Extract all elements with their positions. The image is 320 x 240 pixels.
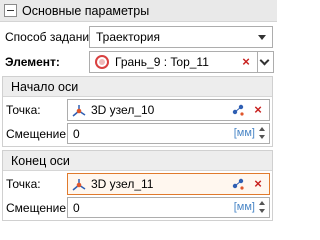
element-value: Грань_9 : Top_11 [115, 55, 209, 69]
clear-icon[interactable]: × [237, 53, 255, 71]
axis-end-offset-input[interactable]: 0 [мм] [67, 197, 270, 218]
method-label: Способ задания: [5, 30, 99, 44]
axis-start-offset-input[interactable]: 0 [мм] [67, 123, 270, 144]
clear-icon[interactable]: × [249, 101, 267, 119]
axis-end-offset-value: 0 [73, 201, 80, 215]
3d-node-icon [72, 105, 86, 117]
element-expand-button[interactable] [258, 51, 274, 73]
dropdown-arrow-icon[interactable] [258, 35, 266, 40]
axis-end-point-value: 3D узел_11 [91, 177, 154, 191]
collapse-minus-icon[interactable] [4, 4, 17, 17]
axis-end-title-text: Конец оси [11, 154, 70, 168]
panel-header[interactable]: Основные параметры [0, 0, 277, 22]
panel-title: Основные параметры [22, 4, 150, 18]
stepper-up-icon[interactable] [259, 127, 265, 131]
axis-end-point-label: Точка: [6, 177, 41, 191]
3d-node-icon [72, 179, 86, 191]
unit-mm-label: [мм] [233, 201, 255, 213]
axis-start-point-label: Точка: [6, 103, 41, 117]
axis-start-offset-value: 0 [73, 127, 80, 141]
element-field[interactable]: Грань_9 : Top_11 × [89, 51, 258, 73]
element-label: Элемент: [5, 55, 60, 69]
pick-point-icon[interactable] [229, 175, 247, 193]
axis-start-point-value: 3D узел_10 [91, 103, 155, 117]
unit-mm-label: [мм] [233, 127, 255, 139]
face-ring-icon [95, 55, 109, 69]
axis-end-group: Конец оси Точка: 3D узел_11 × Смещение: … [2, 150, 273, 221]
axis-start-title[interactable]: Начало оси [3, 77, 272, 97]
chevron-down-icon [259, 55, 270, 66]
axis-start-title-text: Начало оси [11, 80, 79, 94]
axis-start-offset-label: Смещение: [6, 127, 70, 141]
stepper-icon[interactable] [257, 199, 268, 216]
axis-end-title[interactable]: Конец оси [3, 151, 272, 171]
stepper-down-icon[interactable] [259, 209, 265, 213]
pick-point-icon[interactable] [229, 101, 247, 119]
axis-end-point-field[interactable]: 3D узел_11 × [67, 173, 270, 195]
axis-end-offset-label: Смещение: [6, 201, 70, 215]
method-select[interactable]: Траектория [89, 26, 273, 48]
stepper-down-icon[interactable] [259, 135, 265, 139]
method-select-value: Траектория [96, 30, 160, 44]
axis-start-point-field[interactable]: 3D узел_10 × [67, 99, 270, 121]
clear-icon[interactable]: × [249, 175, 267, 193]
stepper-up-icon[interactable] [259, 201, 265, 205]
axis-start-group: Начало оси Точка: 3D узел_10 × Смещение:… [2, 76, 273, 147]
stepper-icon[interactable] [257, 125, 268, 142]
